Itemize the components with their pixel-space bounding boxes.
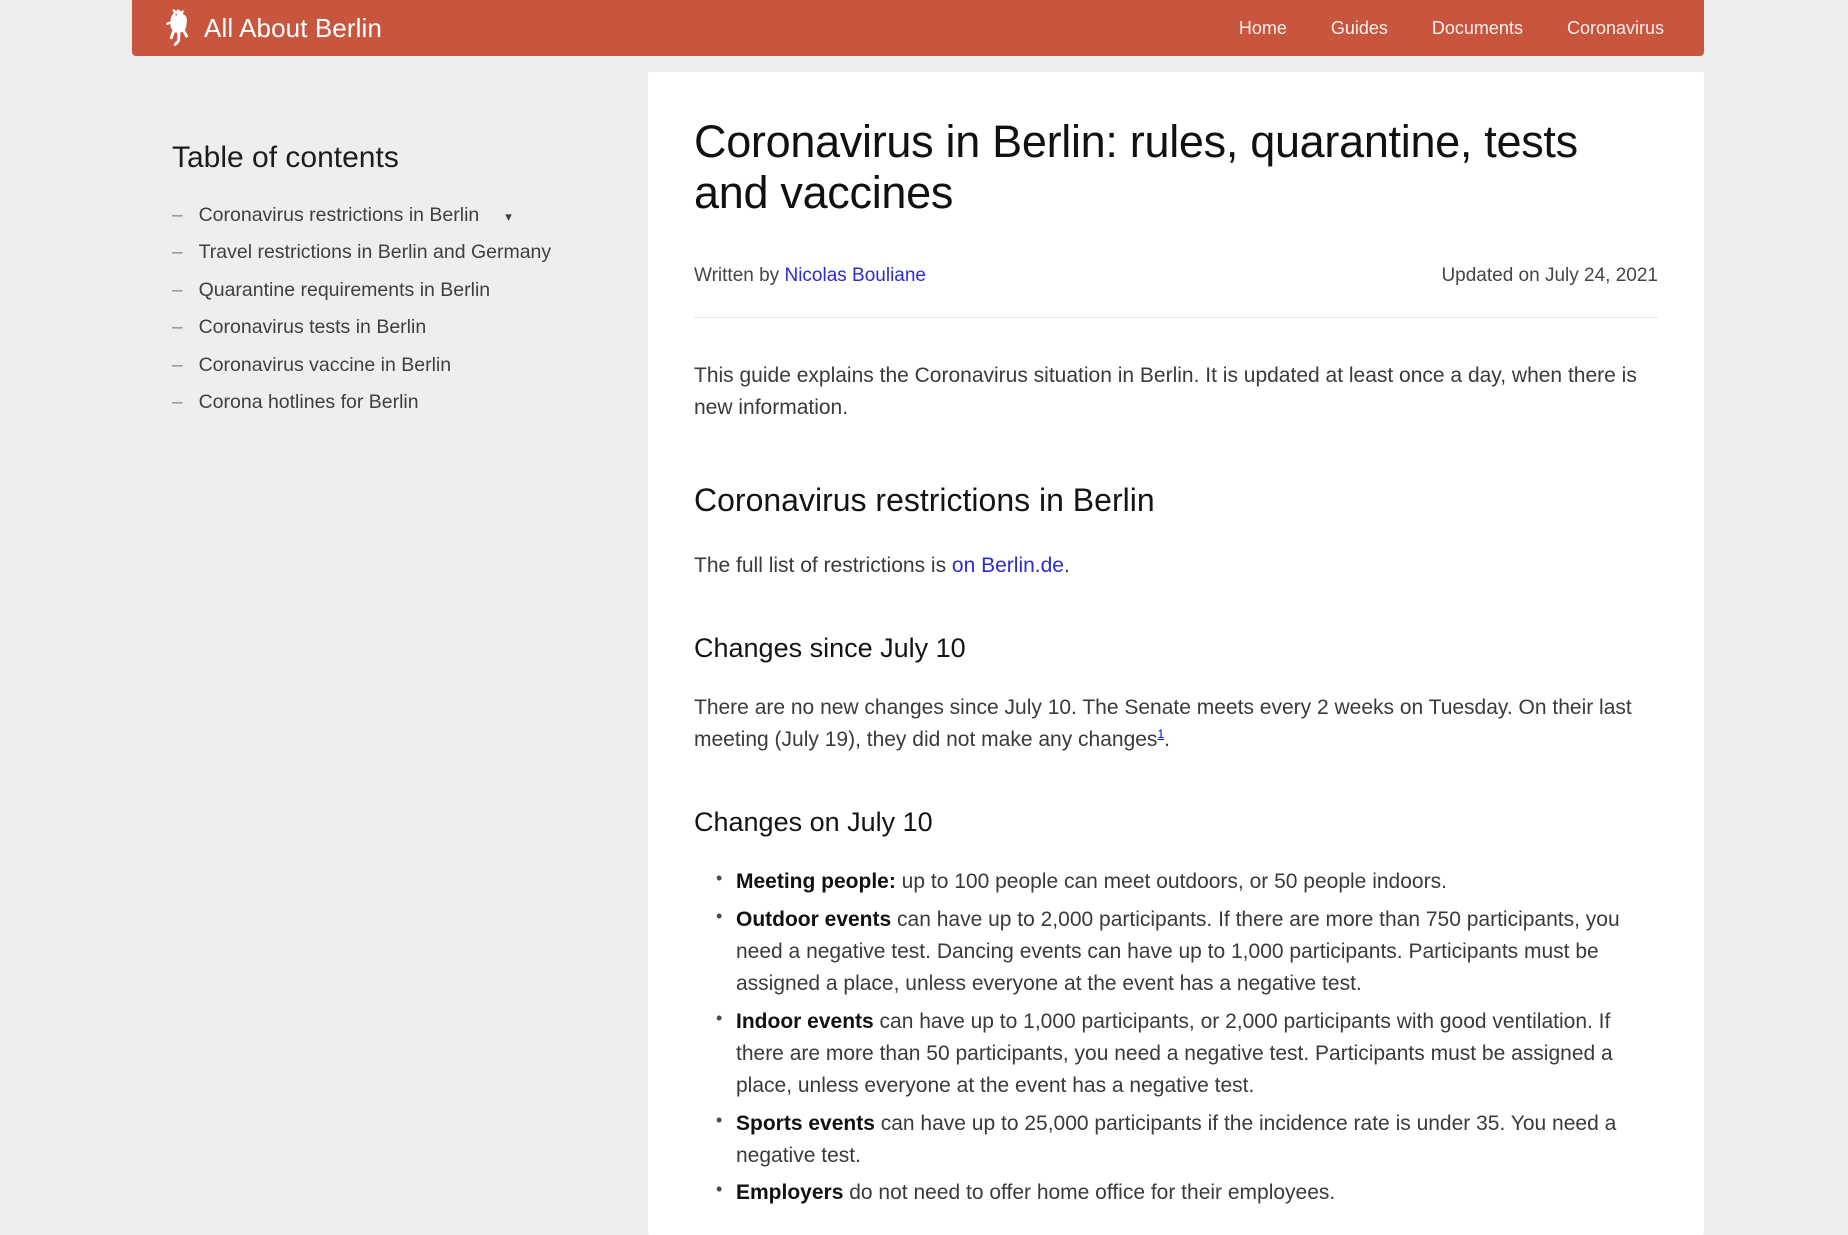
dash-icon: – <box>172 317 183 339</box>
dash-icon: – <box>172 279 183 301</box>
toc-link-label[interactable]: Coronavirus restrictions in Berlin <box>199 204 480 227</box>
rules-list: Meeting people: up to 100 people can mee… <box>694 865 1658 1209</box>
nav-item-documents[interactable]: Documents <box>1432 18 1523 39</box>
full-list-suffix: . <box>1063 553 1070 577</box>
changes-since-text: There are no new changes since July 10. … <box>694 696 1632 751</box>
toc-link-label[interactable]: Coronavirus tests in Berlin <box>199 316 427 339</box>
changes-since-paragraph: There are no new changes since July 10. … <box>694 692 1658 756</box>
rule-text: do not need to offer home office for the… <box>843 1181 1336 1205</box>
chevron-down-icon[interactable]: ▾ <box>505 209 512 225</box>
rule-label: Outdoor events <box>736 908 892 932</box>
toc-link-label[interactable]: Travel restrictions in Berlin and German… <box>199 241 552 264</box>
author-link[interactable]: Nicolas Bouliane <box>784 265 926 286</box>
full-list-paragraph: The full list of restrictions is on Berl… <box>694 550 1658 582</box>
toc-item-travel-restrictions[interactable]: – Travel restrictions in Berlin and Germ… <box>172 241 592 264</box>
brand-home-link[interactable]: All About Berlin <box>162 8 382 48</box>
list-item: Outdoor events can have up to 2,000 part… <box>716 903 1658 1000</box>
toc-link-label[interactable]: Quarantine requirements in Berlin <box>199 279 491 302</box>
toc-title: Table of contents <box>172 141 399 174</box>
toc-list: – Coronavirus restrictions in Berlin ▾ –… <box>172 204 592 414</box>
page-root: All About Berlin Home Guides Documents C… <box>0 0 1848 1235</box>
byline: Written by Nicolas Bouliane Updated on J… <box>694 265 1658 318</box>
list-item: Meeting people: up to 100 people can mee… <box>716 865 1658 898</box>
subheading-changes-since-july-10: Changes since July 10 <box>694 632 966 663</box>
nav-item-coronavirus[interactable]: Coronavirus <box>1567 18 1664 39</box>
subheading-changes-on-july-10: Changes on July 10 <box>694 806 933 837</box>
list-item: Employers do not need to offer home offi… <box>716 1176 1658 1209</box>
rule-label: Employers <box>736 1181 844 1205</box>
toc-item-coronavirus-vaccine[interactable]: – Coronavirus vaccine in Berlin <box>172 354 592 377</box>
toc-link-label[interactable]: Coronavirus vaccine in Berlin <box>199 354 452 377</box>
toc-item-coronavirus-restrictions[interactable]: – Coronavirus restrictions in Berlin ▾ <box>172 204 592 227</box>
article-card: Coronavirus in Berlin: rules, quarantine… <box>648 72 1704 1235</box>
toc-item-coronavirus-tests[interactable]: – Coronavirus tests in Berlin <box>172 316 592 339</box>
main-nav: Home Guides Documents Coronavirus <box>1239 18 1680 39</box>
dash-icon: – <box>172 205 183 226</box>
nav-item-guides[interactable]: Guides <box>1331 18 1388 39</box>
byline-author: Written by Nicolas Bouliane <box>694 265 926 287</box>
brand-name: All About Berlin <box>204 13 382 43</box>
dash-icon: – <box>172 354 183 376</box>
updated-date: Updated on July 24, 2021 <box>1441 264 1658 286</box>
berlin-de-link[interactable]: on Berlin.de <box>952 554 1064 577</box>
rule-label: Meeting people: <box>736 870 896 894</box>
berlin-bear-icon <box>162 8 192 48</box>
rule-label: Indoor events <box>736 1009 874 1033</box>
table-of-contents: Table of contents – Coronavirus restrict… <box>172 140 592 428</box>
rule-text: up to 100 people can meet outdoors, or 5… <box>895 870 1447 894</box>
nav-item-home[interactable]: Home <box>1239 18 1287 39</box>
toc-item-corona-hotlines[interactable]: – Corona hotlines for Berlin <box>172 391 592 414</box>
rule-label: Sports events <box>736 1111 875 1135</box>
intro-paragraph: This guide explains the Coronavirus situ… <box>694 363 1637 419</box>
changes-since-period: . <box>1164 728 1170 751</box>
site-header: All About Berlin Home Guides Documents C… <box>132 0 1704 56</box>
full-list-prefix: The full list of restrictions is <box>694 553 952 577</box>
list-item: Sports events can have up to 25,000 part… <box>716 1107 1658 1172</box>
page-title: Coronavirus in Berlin: rules, quarantine… <box>694 116 1578 219</box>
list-item: Indoor events can have up to 1,000 parti… <box>716 1005 1658 1102</box>
dash-icon: – <box>172 391 183 413</box>
written-by-label: Written by <box>694 264 785 286</box>
toc-link-label[interactable]: Corona hotlines for Berlin <box>199 391 419 414</box>
dash-icon: – <box>172 242 183 264</box>
toc-item-quarantine-requirements[interactable]: – Quarantine requirements in Berlin <box>172 279 592 302</box>
section-heading-restrictions: Coronavirus restrictions in Berlin <box>694 482 1155 519</box>
